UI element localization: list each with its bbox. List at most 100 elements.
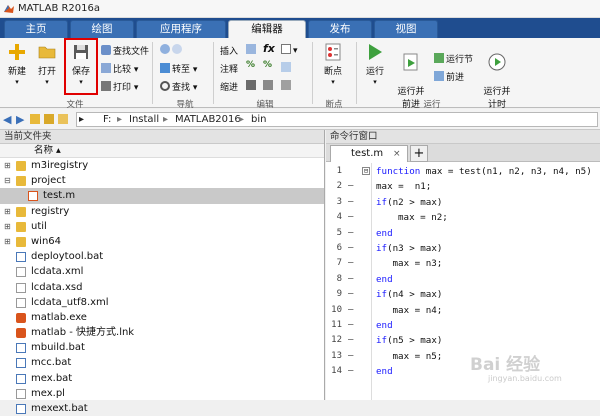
tab-editor[interactable]: 编辑器 [228, 20, 306, 38]
browse-folder-icon[interactable] [44, 114, 56, 126]
folder-item[interactable]: ⊞ win64 [0, 234, 324, 249]
code-line[interactable]: 3 — if(n2 > max) [326, 195, 600, 210]
file-item[interactable]: test.m [0, 188, 324, 204]
name-column-header[interactable]: 名称 ▴ [0, 144, 324, 158]
print-button[interactable]: 打印 ▾ [101, 80, 138, 93]
expand-toggle-icon[interactable]: ⊞ [4, 158, 11, 173]
file-item[interactable]: mex.bat [0, 371, 324, 386]
code-line[interactable]: 9 — if(n4 > max) [326, 287, 600, 302]
folder-item[interactable]: ⊞ m3iregistry [0, 158, 324, 173]
indent-button[interactable]: 缩进 [220, 80, 238, 93]
code-text: if(n4 > max) [376, 287, 442, 302]
file-item[interactable]: mcc.bat [0, 355, 324, 370]
breadcrumb-matlab2016[interactable]: MATLAB2016 [175, 114, 241, 125]
run-button[interactable]: 运行 ▾ [362, 42, 388, 87]
code-line[interactable]: 11 — end [326, 318, 600, 333]
tab-plots[interactable]: 绘图 [70, 20, 134, 38]
goto-button[interactable]: 转至 ▾ [160, 62, 197, 75]
executable-marker[interactable]: — [348, 241, 353, 256]
insert-section-icon[interactable] [246, 44, 258, 56]
wrap-comment-icon[interactable] [281, 62, 293, 74]
new-button[interactable]: 新建 ▾ [4, 42, 30, 87]
code-line[interactable]: 7 — max = n3; [326, 256, 600, 271]
open-button[interactable]: 打开 ▾ [34, 42, 60, 87]
tab-view[interactable]: 视图 [374, 20, 438, 38]
line-number: 5 [336, 227, 342, 238]
breakpoints-button[interactable]: 断点 ▾ [318, 42, 348, 87]
folder-item[interactable]: ⊞ util [0, 219, 324, 234]
fx-icon[interactable]: fx [263, 42, 275, 55]
smart-indent-icon[interactable] [246, 80, 258, 92]
close-icon[interactable]: × [393, 146, 401, 162]
insert-dropdown-icon[interactable]: ▾ [281, 44, 298, 56]
code-text: function max = test(n1, n2, n3, n4, n5) [376, 164, 592, 179]
new-tab-button[interactable]: + [410, 145, 428, 162]
executable-marker[interactable]: — [348, 303, 353, 318]
forward-arrow-icon[interactable]: ▶ [16, 113, 24, 126]
file-item[interactable]: mexext.bat [0, 401, 324, 416]
executable-marker[interactable]: — [348, 349, 353, 364]
root-folder-icon[interactable] [58, 114, 70, 126]
uncomment-percent-icon[interactable]: % [263, 60, 272, 70]
keyword: if [376, 196, 388, 208]
code-line[interactable]: 8 — end [326, 272, 600, 287]
file-item[interactable]: deploytool.bat [0, 249, 324, 264]
file-item[interactable]: matlab.exe [0, 310, 324, 325]
advance-button[interactable]: 前进 [434, 70, 464, 83]
back-forward-nav[interactable] [160, 44, 184, 56]
file-item[interactable]: lcdata.xml [0, 264, 324, 279]
folder-item[interactable]: ⊞ registry [0, 204, 324, 219]
executable-marker[interactable]: — [348, 179, 353, 194]
file-item[interactable]: matlab - 快捷方式.lnk [0, 325, 324, 340]
expand-toggle-icon[interactable]: ⊞ [4, 219, 11, 234]
file-item[interactable]: mbuild.bat [0, 340, 324, 355]
editor-tab-bar: test.m × + [326, 144, 600, 162]
indent-icon[interactable] [263, 80, 275, 92]
back-arrow-icon[interactable]: ◀ [3, 113, 11, 126]
expand-toggle-icon[interactable]: ⊟ [4, 173, 11, 188]
outdent-icon[interactable] [281, 80, 293, 92]
file-item[interactable]: mex.pl [0, 386, 324, 401]
run-section-button[interactable]: 运行节 [434, 52, 473, 65]
code-line[interactable]: 12 — if(n5 > max) [326, 333, 600, 348]
find-files-button[interactable]: 查找文件 [101, 44, 149, 57]
breadcrumb-install[interactable]: Install [129, 114, 159, 125]
executable-marker[interactable]: — [348, 287, 353, 302]
code-line[interactable]: 5 — end [326, 226, 600, 241]
tab-publish[interactable]: 发布 [308, 20, 372, 38]
executable-marker[interactable]: — [348, 318, 353, 333]
exe-file-icon [16, 328, 26, 339]
code-line[interactable]: 13 — max = n5; [326, 349, 600, 364]
address-path[interactable]: ▸ F: ▸ Install ▸ MATLAB2016 ▸ bin [76, 112, 598, 127]
fold-toggle-icon[interactable]: ⊟ [362, 167, 370, 175]
code-line[interactable]: 6 — if(n3 > max) [326, 241, 600, 256]
file-item[interactable]: lcdata.xsd [0, 280, 324, 295]
executable-marker[interactable]: — [348, 195, 353, 210]
compare-button[interactable]: 比较 ▾ [101, 62, 138, 75]
tab-apps[interactable]: 应用程序 [136, 20, 226, 38]
expand-toggle-icon[interactable]: ⊞ [4, 234, 11, 249]
comment-percent-icon[interactable]: % [246, 60, 255, 70]
executable-marker[interactable]: — [348, 333, 353, 348]
folder-item[interactable]: ⊟ project [0, 173, 324, 188]
executable-marker[interactable]: — [348, 226, 353, 241]
expand-toggle-icon[interactable]: ⊞ [4, 204, 11, 219]
code-line[interactable]: 4 — max = n2; [326, 210, 600, 225]
executable-marker[interactable]: — [348, 210, 353, 225]
breadcrumb-bin[interactable]: bin [251, 114, 266, 125]
run-and-time-button[interactable]: 运行并 计时 [480, 42, 514, 110]
executable-marker[interactable]: — [348, 256, 353, 271]
code-line[interactable]: 10 — max = n4; [326, 303, 600, 318]
insert-button[interactable]: 插入 [220, 44, 238, 57]
up-folder-icon[interactable] [30, 114, 42, 126]
executable-marker[interactable]: — [348, 272, 353, 287]
tab-test-m[interactable]: test.m × [330, 145, 408, 162]
tab-home[interactable]: 主页 [4, 20, 68, 38]
file-item[interactable]: lcdata_utf8.xml [0, 295, 324, 310]
find-button[interactable]: 查找 ▾ [160, 80, 197, 93]
executable-marker[interactable]: — [348, 364, 353, 379]
code-line[interactable]: 1 ⊟ function max = test(n1, n2, n3, n4, n5… [326, 164, 600, 179]
breadcrumb-drive[interactable]: F: [103, 114, 111, 125]
comment-button[interactable]: 注释 [220, 62, 238, 75]
code-line[interactable]: 2 — max = n1; [326, 179, 600, 194]
